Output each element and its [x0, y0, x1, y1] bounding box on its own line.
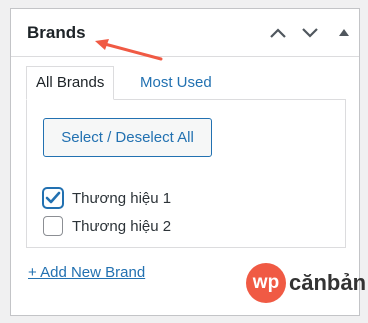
metabox-header: Brands	[11, 9, 359, 61]
brand-list-item: Thương hiệu 1	[43, 187, 171, 209]
metabox-title: Brands	[27, 23, 86, 42]
checkmark-icon	[45, 191, 61, 204]
annotation-arrow-icon	[95, 39, 163, 61]
brand-checkbox-2[interactable]	[43, 216, 63, 236]
brand-checkbox-1[interactable]	[43, 188, 63, 208]
move-up-button[interactable]	[265, 21, 291, 45]
logo-badge: wp	[246, 263, 286, 303]
select-deselect-all-button[interactable]: Select / Deselect All	[43, 118, 212, 157]
brand-label-1: Thương hiệu 1	[72, 189, 172, 207]
move-down-button[interactable]	[297, 21, 323, 45]
add-new-brand-link[interactable]: + Add New Brand	[28, 264, 145, 281]
brand-list-item: Thương hiệu 2	[43, 215, 171, 237]
triangle-up-icon	[339, 29, 349, 36]
tab-all-brands[interactable]: All Brands	[26, 66, 115, 100]
toggle-panel-button[interactable]	[331, 21, 357, 45]
logo-text: cănbản	[289, 270, 367, 295]
watermark-logo: wp cănbản	[246, 263, 366, 303]
chevron-up-icon	[270, 28, 286, 38]
brand-tabs: All Brands Most Used	[26, 66, 346, 100]
chevron-down-icon	[302, 28, 318, 38]
brand-label-2: Thương hiệu 2	[72, 217, 172, 235]
brands-metabox: Brands All Brands Most Used Select / Des…	[10, 8, 366, 316]
tab-most-used[interactable]: Most Used	[130, 66, 222, 100]
brand-checklist-panel: Select / Deselect All Thương hiệu 1 Thươ…	[26, 99, 346, 248]
